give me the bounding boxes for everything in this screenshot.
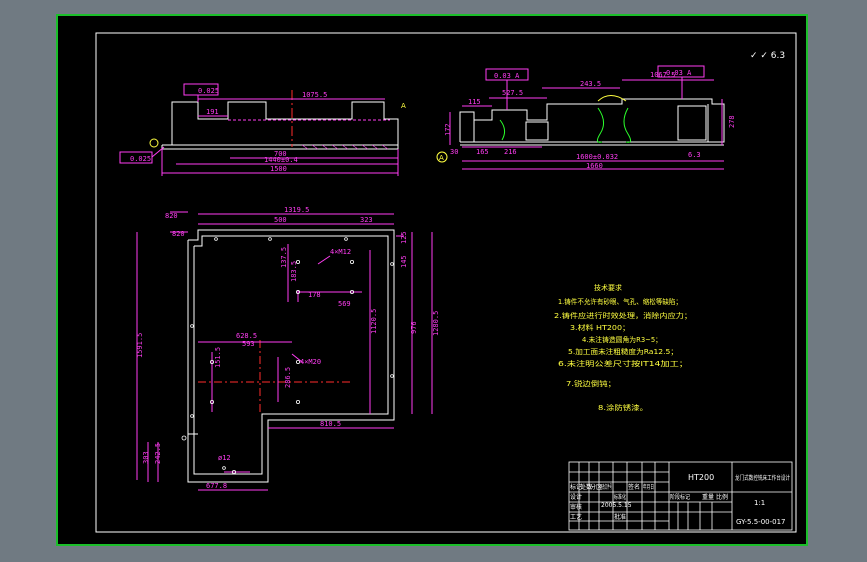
dim-plan-593: 593: [242, 340, 255, 348]
tb-label-8: 标准化: [614, 493, 626, 501]
tol-front-top: 0.025: [198, 87, 219, 95]
dim-front-1075: 1075.5: [302, 91, 327, 99]
note-line-8: 8.涂防锈漆。: [598, 403, 648, 412]
tb-label-7: 设计: [570, 493, 582, 501]
note-line-7: 7.锐边倒钝；: [566, 379, 616, 388]
dim-side-165: 165: [476, 148, 489, 156]
tb-label-13: 重量: [702, 493, 714, 501]
dim-side-278: 278: [728, 115, 736, 128]
datum-circle: [149, 138, 159, 148]
tol-front-bottom: 0.025: [130, 155, 151, 163]
callout-4xm12: 4×M12: [330, 248, 351, 256]
dim-front-1500: 1500: [270, 165, 287, 173]
tb-label-5: 签名: [628, 483, 640, 491]
tb-label-11: 批准: [614, 513, 626, 521]
dim-plan-820b: 820: [172, 230, 185, 238]
dim-plan-628: 628.5: [236, 332, 257, 340]
roughness-side: 6.3: [688, 151, 701, 159]
dim-side-527: 527.5: [502, 89, 523, 97]
dim-side-243: 243.5: [580, 80, 601, 88]
dim-plan-1319: 1319.5: [284, 206, 309, 214]
dim-plan-178: 178: [308, 291, 321, 299]
tb-label-14: 比例: [716, 493, 728, 501]
dim-plan-500: 500: [274, 216, 287, 224]
dim-front-1440: 1440±0.4: [264, 156, 298, 164]
title-main: 龙门式数控铣床工作台设计: [735, 474, 790, 482]
front-view: 1075.5 191 700 1440±0.4 1500 0.025 0.025…: [119, 83, 406, 176]
title-scale: 1:1: [754, 499, 765, 507]
title-drawing-no: GY-5.5-00-017: [736, 518, 786, 526]
dim-side-216: 216: [504, 148, 517, 156]
tb-label-9: 审核: [570, 503, 582, 511]
tb-label-10: 工艺: [570, 513, 582, 521]
callout-4xm20: 4×M20: [300, 358, 321, 366]
dim-side-1600: 1600±0.032: [576, 153, 618, 161]
tb-label-6: 年月日: [643, 483, 654, 491]
dim-side-30: 30: [450, 148, 458, 156]
datum-a-front: A: [401, 102, 406, 110]
cad-drawing: 1075.5 191 700 1440±0.4 1500 0.025 0.025…: [95, 32, 797, 533]
dim-plan-303: 303: [142, 451, 150, 464]
note-line-6: 6.未注明公差尺寸按IT14加工；: [558, 359, 688, 368]
dim-plan-323: 323: [360, 216, 373, 224]
note-line-3: 3.材料 HT200；: [570, 323, 630, 332]
dim-plan-151: 151.5: [214, 347, 222, 368]
dim-plan-286: 286.5: [284, 367, 292, 388]
dim-front-191: 191: [206, 108, 219, 116]
tol-side-right: 0.03 A: [666, 69, 692, 77]
note-line-5: 5.加工面未注粗糙度为Ra12.5；: [568, 347, 678, 356]
dim-plan-810: 810.5: [320, 420, 341, 428]
dim-plan-1591: 1591.5: [136, 333, 144, 358]
note-line-2: 2.铸件应进行时效处理，消除内应力；: [554, 311, 692, 320]
inner-frame: [95, 32, 797, 533]
dim-plan-1120: 1120.5: [370, 309, 378, 334]
dim-plan-976: 976: [410, 321, 418, 334]
note-line-4: 4.未注铸造圆角为R3~5；: [582, 335, 662, 344]
tb-label-4: 更改文件号: [600, 483, 612, 491]
side-view: 527.5 115 243.5 1067.5 172 165 216 1600±…: [436, 65, 736, 170]
callout-hole-d12: ø12: [218, 454, 231, 462]
dim-plan-677: 677.8: [206, 482, 227, 490]
dim-plan-183: 183.5: [290, 261, 298, 282]
dim-plan-820a: 820: [165, 212, 178, 220]
dim-plan-242: 242.5: [154, 443, 162, 464]
title-date: 2005.5.15: [601, 502, 632, 509]
dim-side-1660: 1660: [586, 162, 603, 170]
dim-side-115: 115: [468, 98, 481, 106]
dim-plan-145: 145: [400, 255, 408, 268]
corner-roughness-symbol: ✓ ✓ 6.3: [750, 51, 785, 61]
plan-view: 1319.5 500 323 820 820 145 125 4×M12 137…: [136, 206, 440, 491]
dim-plan-569: 569: [338, 300, 351, 308]
notes-heading: 技术要求: [594, 283, 622, 292]
technical-notes: 技术要求 1.铸件不允许有砂眼、气孔、缩松等缺陷； 2.铸件应进行时效处理，消除…: [554, 283, 692, 412]
tol-side-left: 0.03 A: [494, 72, 520, 80]
note-line-1: 1.铸件不允许有砂眼、气孔、缩松等缺陷；: [558, 297, 682, 306]
drawing-sheet: 1075.5 191 700 1440±0.4 1500 0.025 0.025…: [56, 14, 808, 546]
tb-label-12: 阶段标记: [670, 493, 690, 501]
dim-plan-137: 137.5: [280, 247, 288, 268]
title-material: HT200: [688, 473, 714, 482]
dim-plan-125: 125: [400, 231, 408, 244]
datum-a-side: A: [439, 154, 444, 162]
dim-plan-1280: 1280.5: [432, 311, 440, 336]
dim-side-172: 172: [444, 123, 452, 136]
